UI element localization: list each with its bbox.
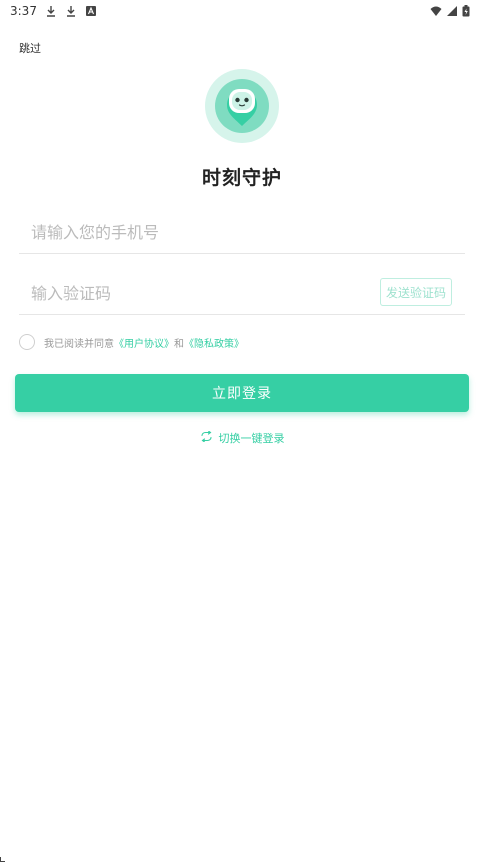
corner-mark — [0, 857, 5, 862]
download-icon — [65, 5, 77, 17]
status-time: 3:37 — [10, 4, 37, 18]
switch-label: 切换一键登录 — [218, 432, 285, 445]
app-title: 时刻守护 — [201, 167, 282, 189]
code-field-container: 发送验证码 — [19, 269, 465, 315]
agreement-and: 和 — [174, 338, 184, 350]
signal-icon — [446, 5, 458, 17]
login-button[interactable]: 立即登录 — [15, 374, 469, 412]
agreement-prefix: 我已阅读并同意 — [44, 338, 114, 350]
skip-button[interactable]: 跳过 — [19, 40, 41, 56]
user-agreement-link[interactable]: 《用户协议》 — [114, 335, 174, 350]
send-code-button[interactable]: 发送验证码 — [380, 278, 452, 306]
wifi-icon — [430, 5, 442, 17]
phone-input[interactable] — [31, 220, 361, 244]
battery-icon — [462, 5, 474, 17]
guardian-logo-icon — [205, 69, 279, 143]
status-bar-right — [430, 5, 474, 17]
agreement-checkbox[interactable] — [19, 334, 35, 350]
a-icon — [85, 5, 97, 17]
app-logo — [205, 69, 279, 143]
verification-code-input[interactable] — [31, 281, 361, 305]
status-bar: 3:37 — [0, 0, 484, 22]
switch-one-click-login[interactable]: 切换一键登录 — [0, 430, 484, 446]
agreement-row: 我已阅读并同意 《用户协议》 和 《隐私政策》 — [19, 334, 244, 350]
privacy-policy-link[interactable]: 《隐私政策》 — [184, 335, 244, 350]
switch-icon — [200, 430, 213, 445]
phone-field-container — [19, 208, 465, 254]
status-bar-left: 3:37 — [10, 4, 97, 18]
download-icon — [45, 5, 57, 17]
